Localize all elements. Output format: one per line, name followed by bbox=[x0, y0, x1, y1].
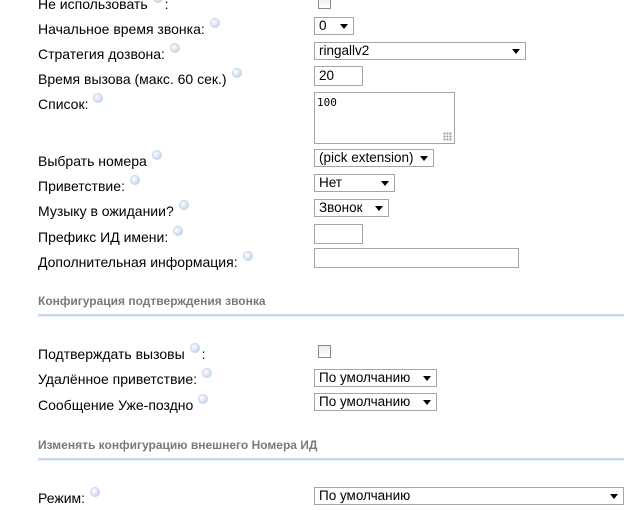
start-time-label: Начальное время звонка: bbox=[38, 18, 220, 37]
extra-info-input[interactable] bbox=[314, 248, 519, 268]
not-use-label: Не использовать: bbox=[38, 0, 169, 12]
moh-select[interactable]: Звонок bbox=[314, 199, 389, 217]
cid-prefix-input[interactable] bbox=[314, 224, 363, 244]
chevron-down-icon bbox=[381, 181, 389, 186]
help-bubble-icon[interactable] bbox=[198, 394, 209, 404]
chevron-down-icon bbox=[610, 494, 618, 499]
cid-section-title: Изменять конфигурацию внешнего Номера ИД bbox=[38, 438, 318, 452]
start-time-select[interactable]: 0 bbox=[314, 17, 354, 35]
moh-label: Музыку в ожидании? bbox=[38, 200, 189, 219]
pick-numbers-label: Выбрать номера bbox=[38, 150, 162, 169]
help-bubble-icon[interactable] bbox=[242, 251, 253, 261]
not-use-label-text: Не использовать bbox=[38, 0, 148, 12]
confirm-section-title: Конфигурация подтверждения звонка bbox=[38, 294, 266, 308]
chevron-down-icon bbox=[423, 376, 431, 381]
cid-section-divider bbox=[38, 458, 624, 461]
help-bubble-icon[interactable] bbox=[202, 368, 213, 378]
greeting-select[interactable]: Нет bbox=[314, 174, 395, 192]
help-bubble-icon[interactable] bbox=[189, 343, 200, 353]
chevron-down-icon bbox=[340, 24, 348, 29]
call-time-input[interactable]: 20 bbox=[314, 66, 363, 86]
help-bubble-icon[interactable] bbox=[178, 200, 189, 210]
confirm-section-divider bbox=[38, 314, 624, 317]
strategy-select[interactable]: ringallv2 bbox=[314, 42, 526, 60]
mode-label: Режим: bbox=[38, 487, 101, 506]
too-late-select[interactable]: По умолчанию bbox=[314, 393, 437, 411]
help-bubble-icon[interactable] bbox=[93, 93, 104, 103]
chevron-down-icon bbox=[512, 49, 520, 54]
resize-grip-icon[interactable] bbox=[443, 132, 452, 141]
help-bubble-icon[interactable] bbox=[169, 43, 180, 53]
confirm-calls-checkbox[interactable] bbox=[318, 345, 331, 358]
remote-greeting-label: Удалённое приветствие: bbox=[38, 368, 213, 387]
not-use-checkbox[interactable] bbox=[318, 0, 331, 9]
mode-select[interactable]: По умолчанию bbox=[314, 487, 624, 505]
help-bubble-icon[interactable] bbox=[129, 175, 140, 185]
chevron-down-icon bbox=[375, 206, 383, 211]
chevron-down-icon bbox=[423, 400, 431, 405]
cid-prefix-label: Префикс ИД имени: bbox=[38, 226, 184, 245]
list-textarea[interactable]: 100 bbox=[314, 92, 455, 144]
extra-info-label: Дополнительная информация: bbox=[38, 251, 253, 270]
help-bubble-icon[interactable] bbox=[209, 18, 220, 28]
confirm-calls-label: Подтверждать вызовы: bbox=[38, 343, 206, 362]
strategy-label: Стратегия дозвона: bbox=[38, 43, 180, 62]
help-bubble-icon[interactable] bbox=[90, 487, 101, 497]
call-time-label: Время вызова (макс. 60 сек.) bbox=[38, 68, 242, 87]
too-late-label: Сообщение Уже-поздно bbox=[38, 394, 209, 413]
chevron-down-icon bbox=[420, 156, 428, 161]
help-bubble-icon[interactable] bbox=[173, 226, 184, 236]
remote-greeting-select[interactable]: По умолчанию bbox=[314, 369, 437, 387]
help-bubble-icon[interactable] bbox=[151, 150, 162, 160]
help-bubble-icon[interactable] bbox=[152, 0, 163, 3]
list-label: Список: bbox=[38, 93, 104, 112]
help-bubble-icon[interactable] bbox=[231, 68, 242, 78]
greeting-label: Приветствие: bbox=[38, 175, 140, 194]
pick-numbers-select[interactable]: (pick extension) bbox=[314, 149, 434, 167]
